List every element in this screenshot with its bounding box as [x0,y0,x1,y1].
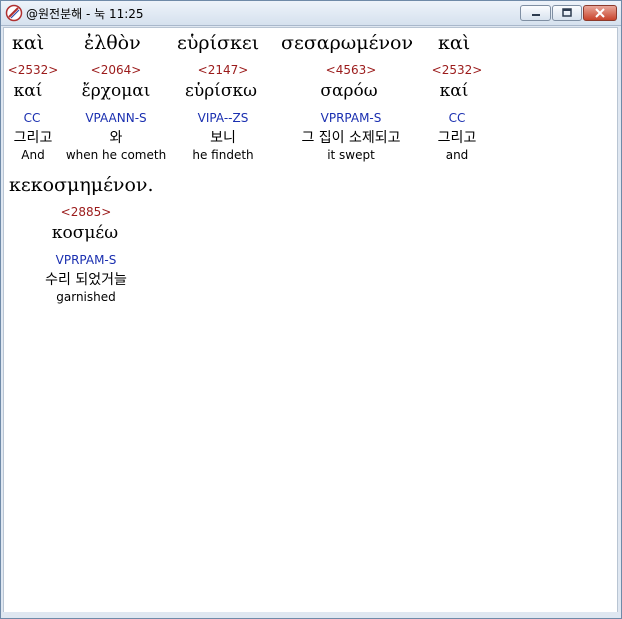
morphology-code: CC [448,111,466,125]
greek-word: καὶ [12,32,45,54]
interlinear-view[interactable]: καὶ <2532> καί CC 그리고 And ἐλθὸν <2064> ἔ… [3,27,618,613]
strong-number[interactable]: <2532> [8,63,59,77]
greek-word: σεσαρωμένον [281,32,414,54]
korean-gloss: 보니 [210,130,236,146]
strong-number[interactable]: <4563> [326,63,377,77]
lemma: καί [13,81,43,101]
maximize-icon [562,8,572,17]
strong-number[interactable]: <2147> [198,63,249,77]
korean-gloss: 와 [109,130,123,146]
title-bar[interactable]: @원전분해 - 눅 11:25 [1,1,621,26]
minimize-icon [531,14,540,16]
minimize-button[interactable] [520,5,551,21]
strong-number[interactable]: <2064> [91,63,142,77]
english-gloss: when he cometh [65,148,167,162]
morphology-code: VPRPAM-S [55,253,117,267]
close-icon [595,8,605,18]
english-gloss: garnished [56,290,116,304]
english-gloss: and [445,148,469,162]
korean-gloss: 그리고 [13,130,53,146]
lemma: σαρόω [320,81,378,101]
korean-gloss: 그리고 [437,130,477,146]
maximize-button[interactable] [552,5,582,21]
app-icon [5,4,23,22]
korean-gloss: 그 집이 소제되고 [301,130,401,146]
english-gloss: it swept [327,148,375,162]
greek-word: καὶ [438,32,471,54]
app-window: @원전분해 - 눅 11:25 καὶ <2532> καί CC 그리고 An… [0,0,622,619]
greek-word: ἐλθὸν [84,32,141,54]
english-gloss: he findeth [192,148,254,162]
close-button[interactable] [583,5,617,21]
strong-number[interactable]: <2885> [61,205,112,219]
morphology-code: CC [23,111,41,125]
lemma: κοσμέω [51,223,119,243]
strong-number[interactable]: <2532> [432,63,483,77]
korean-gloss: 수리 되었거늘 [45,272,127,288]
greek-word: κεκοσμημένον. [9,174,154,196]
lemma: ἔρχομαι [81,81,151,101]
greek-word: εὑρίσκει [177,32,260,54]
lemma: καί [439,81,469,101]
lemma: εὑρίσκω [185,81,257,101]
status-strip [3,612,620,617]
morphology-code: VIPA--ZS [197,111,249,125]
morphology-code: VPAANN-S [85,111,147,125]
window-title: @원전분해 - 눅 11:25 [26,7,144,21]
english-gloss: And [21,148,45,162]
morphology-code: VPRPAM-S [320,111,382,125]
